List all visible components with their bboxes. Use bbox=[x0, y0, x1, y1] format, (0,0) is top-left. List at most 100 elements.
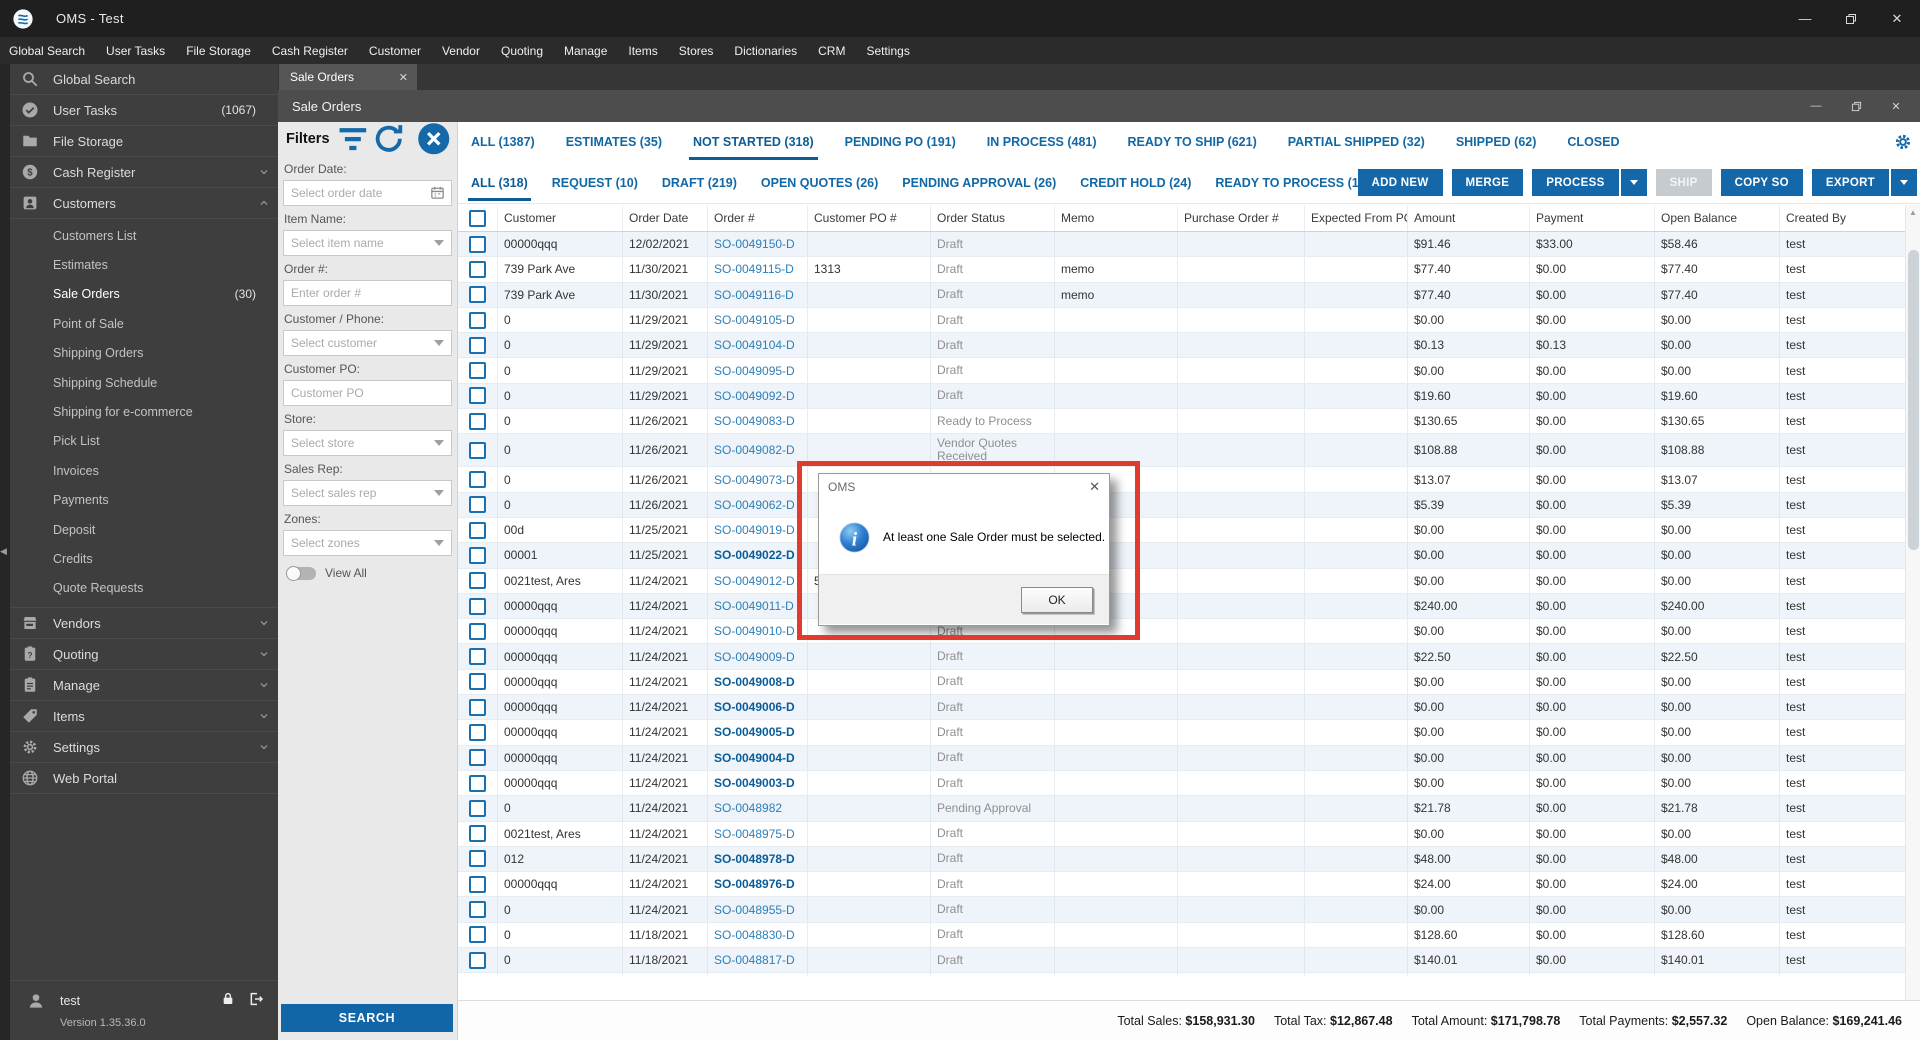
order-number-link[interactable]: SO-0049006-D bbox=[714, 700, 795, 714]
order-number-link[interactable]: SO-0049008-D bbox=[714, 675, 795, 689]
sidebar-item-sale-orders[interactable]: Sale Orders (30) bbox=[10, 280, 278, 309]
order-link[interactable]: SO-0048982 bbox=[708, 796, 808, 821]
tab-sale-orders[interactable]: Sale Orders ✕ bbox=[279, 64, 417, 90]
grid-settings-gear-icon[interactable] bbox=[1893, 132, 1913, 152]
order-number-link[interactable]: SO-0049003-D bbox=[714, 776, 795, 790]
table-row[interactable]: 00000qqq 12/02/2021 SO-0049150-D Draft $91.4… bbox=[458, 232, 1905, 258]
order-number-link[interactable]: SO-0049115-D bbox=[714, 262, 794, 276]
select-all-checkbox[interactable] bbox=[469, 209, 486, 227]
row-checkbox[interactable] bbox=[469, 774, 486, 792]
sidebar-item-customers-list[interactable]: Customers List bbox=[10, 221, 278, 250]
order-link[interactable]: SO-0048978-D bbox=[708, 846, 808, 872]
sidebar-item-estimates[interactable]: Estimates bbox=[10, 250, 278, 279]
order-number-link[interactable]: SO-0049019-D bbox=[714, 523, 795, 537]
filter-input-order-date[interactable] bbox=[283, 180, 452, 206]
row-checkbox[interactable] bbox=[469, 799, 486, 817]
order-number-link[interactable]: SO-0049083-D bbox=[714, 414, 795, 428]
order-number-link[interactable]: SO-0049150-D bbox=[714, 237, 795, 251]
column-header-amount[interactable]: Amount bbox=[1408, 205, 1530, 231]
window-close-icon[interactable]: ✕ bbox=[1874, 0, 1920, 37]
row-checkbox[interactable] bbox=[469, 597, 486, 615]
sidebar-item-shipping-orders[interactable]: Shipping Orders bbox=[10, 339, 278, 368]
order-link[interactable]: SO-0049019-D bbox=[708, 517, 808, 543]
column-header-customer-po[interactable]: Customer PO # bbox=[808, 205, 931, 231]
tab-ready-to-ship-621[interactable]: READY TO SHIP (621) bbox=[1128, 122, 1257, 161]
table-row[interactable]: 0 11/29/2021 SO-0049092-D Draft $19.60 $0.00 $… bbox=[458, 383, 1905, 410]
order-link[interactable]: SO-0049083-D bbox=[708, 409, 808, 434]
order-link[interactable]: SO-0048955-D bbox=[708, 897, 808, 922]
table-row[interactable]: 0 11/29/2021 SO-0049095-D Draft $0.00 $0.00 $0… bbox=[458, 358, 1905, 384]
order-link[interactable]: SO-0049010-D bbox=[708, 619, 808, 644]
column-header-open-balance[interactable]: Open Balance bbox=[1655, 205, 1780, 231]
order-link[interactable] bbox=[708, 973, 808, 976]
column-header-purchase-order[interactable]: Purchase Order # bbox=[1178, 205, 1305, 231]
subtab-all-318[interactable]: ALL (318) bbox=[468, 161, 531, 204]
row-checkbox[interactable] bbox=[469, 648, 486, 666]
vertical-scrollbar-thumb[interactable] bbox=[1908, 250, 1919, 550]
column-header-customer[interactable]: Customer bbox=[498, 205, 623, 231]
row-checkbox[interactable] bbox=[469, 412, 486, 430]
table-row[interactable]: 00000qqq 11/24/2021 SO-0049010-D Draft $0.00… bbox=[458, 619, 1905, 645]
table-row[interactable]: 00000qqq 11/24/2021 SO-0049008-D Draft $0.00… bbox=[458, 669, 1905, 696]
subtab-open-quotes-26[interactable]: OPEN QUOTES (26) bbox=[761, 161, 878, 204]
order-number-link[interactable]: SO-0049105-D bbox=[714, 313, 795, 327]
panel-close-icon[interactable]: ✕ bbox=[1876, 90, 1916, 122]
view-all-toggle[interactable] bbox=[286, 565, 316, 581]
row-checkbox[interactable] bbox=[469, 673, 486, 691]
order-number-link[interactable]: SO-0049092-D bbox=[714, 389, 795, 403]
sidebar-item-settings[interactable]: Settings bbox=[10, 732, 278, 764]
tab-closed[interactable]: CLOSED bbox=[1567, 122, 1619, 161]
dropdown-caret-icon[interactable] bbox=[434, 240, 444, 246]
table-row[interactable] bbox=[458, 973, 1905, 976]
row-checkbox[interactable] bbox=[469, 622, 486, 640]
sidebar-collapse-icon[interactable]: ◀ bbox=[0, 546, 7, 557]
sidebar-item-shipping-schedule[interactable]: Shipping Schedule bbox=[10, 368, 278, 397]
sidebar-item-customers[interactable]: Customers bbox=[10, 188, 278, 219]
logout-icon[interactable] bbox=[248, 991, 264, 1012]
order-link[interactable]: SO-0049092-D bbox=[708, 383, 808, 409]
column-header-created-by[interactable]: Created By bbox=[1780, 205, 1905, 231]
row-checkbox[interactable] bbox=[469, 362, 486, 380]
table-row[interactable]: 0021test, Ares 11/24/2021 SO-0048975-D Draf… bbox=[458, 821, 1905, 847]
column-header-payment[interactable]: Payment bbox=[1530, 205, 1655, 231]
menu-item-quoting[interactable]: Quoting bbox=[501, 44, 543, 58]
order-link[interactable]: SO-0048817-D bbox=[708, 948, 808, 973]
process-button[interactable]: PROCESS bbox=[1532, 169, 1619, 196]
copy-so-button[interactable]: COPY SO bbox=[1720, 169, 1803, 196]
order-link[interactable]: SO-0048975-D bbox=[708, 821, 808, 846]
order-number-link[interactable]: SO-0048975-D bbox=[714, 827, 795, 841]
order-link[interactable]: SO-0049008-D bbox=[708, 669, 808, 695]
row-checkbox[interactable] bbox=[469, 235, 486, 253]
table-row[interactable]: 012 11/24/2021 SO-0048978-D Draft $48.00 $0.0… bbox=[458, 846, 1905, 873]
menu-item-manage[interactable]: Manage bbox=[564, 44, 607, 58]
table-row[interactable]: 00d 11/25/2021 SO-0049019-D $0.00 $0.00 $0.00… bbox=[458, 517, 1905, 544]
table-row[interactable]: 0 11/24/2021 SO-0048982 Pending Approval $21… bbox=[458, 796, 1905, 822]
subtab-request-10[interactable]: REQUEST (10) bbox=[552, 161, 638, 204]
order-link[interactable]: SO-0049009-D bbox=[708, 644, 808, 669]
order-link[interactable]: SO-0049003-D bbox=[708, 770, 808, 796]
window-restore-icon[interactable] bbox=[1828, 0, 1874, 37]
order-link[interactable]: SO-0048976-D bbox=[708, 872, 808, 897]
order-number-link[interactable]: SO-0049095-D bbox=[714, 364, 795, 378]
table-row[interactable]: 0 11/29/2021 SO-0049105-D Draft $0.00 $0.00 $0… bbox=[458, 307, 1905, 334]
sidebar-item-invoices[interactable]: Invoices bbox=[10, 456, 278, 485]
order-link[interactable]: SO-0049062-D bbox=[708, 492, 808, 517]
row-checkbox[interactable] bbox=[469, 471, 486, 489]
panel-restore-icon[interactable] bbox=[1836, 90, 1876, 122]
row-checkbox[interactable] bbox=[469, 698, 486, 716]
filters-close-icon[interactable] bbox=[416, 121, 452, 157]
search-button[interactable]: SEARCH bbox=[281, 1004, 453, 1032]
row-checkbox[interactable] bbox=[469, 825, 486, 843]
order-link[interactable]: SO-0048830-D bbox=[708, 922, 808, 948]
table-row[interactable]: 0 11/26/2021 SO-0049083-D Ready to Process $… bbox=[458, 409, 1905, 435]
ship-button[interactable]: SHIP bbox=[1655, 169, 1712, 196]
filter-input-customer-phone[interactable] bbox=[283, 330, 452, 356]
subtab-credit-hold-24[interactable]: CREDIT HOLD (24) bbox=[1080, 161, 1191, 204]
column-header-order-status[interactable]: Order Status bbox=[931, 205, 1055, 231]
table-row[interactable]: 0 11/18/2021 SO-0048817-D Draft $140.01 $0.00… bbox=[458, 948, 1905, 974]
order-number-link[interactable]: SO-0049004-D bbox=[714, 751, 795, 765]
filter-input-item-name[interactable] bbox=[283, 230, 452, 256]
filter-input-sales-rep[interactable] bbox=[283, 480, 452, 506]
table-row[interactable]: 739 Park Ave 11/30/2021 SO-0049116-D Draft m… bbox=[458, 282, 1905, 308]
order-number-link[interactable]: SO-0049022-D bbox=[714, 548, 795, 562]
